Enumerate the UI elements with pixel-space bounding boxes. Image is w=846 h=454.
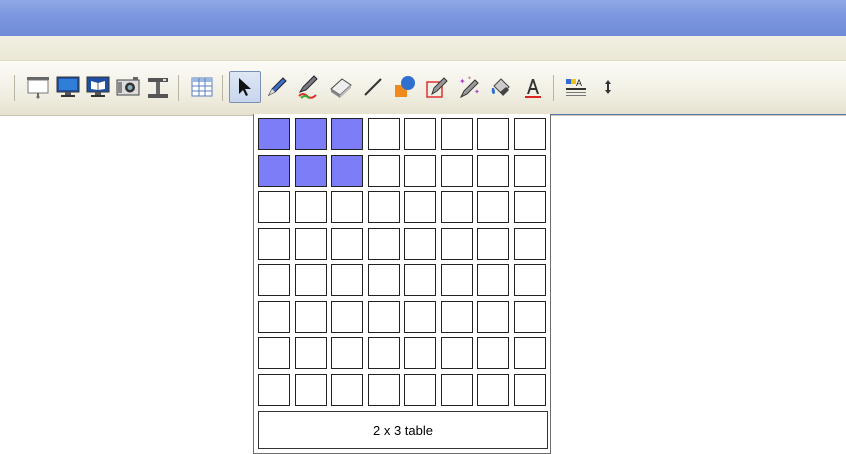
table-size-cell[interactable]	[368, 155, 400, 187]
document-camera-icon[interactable]	[142, 71, 174, 103]
table-size-cell[interactable]	[331, 337, 363, 369]
table-size-label: 2 x 3 table	[373, 422, 433, 438]
magic-pen-icon[interactable]: ✦ ✦ ✦	[453, 71, 485, 103]
toolbar-separator	[222, 75, 223, 101]
table-size-picker: 2 x 3 table	[253, 114, 551, 454]
table-size-cell[interactable]	[258, 118, 290, 150]
table-size-cell[interactable]	[441, 337, 473, 369]
table-size-cell[interactable]	[295, 155, 327, 187]
table-size-cell[interactable]	[514, 228, 546, 260]
table-size-cell[interactable]	[404, 191, 436, 223]
table-size-cell[interactable]	[514, 191, 546, 223]
table-size-cell[interactable]	[331, 374, 363, 406]
table-size-cell[interactable]	[514, 155, 546, 187]
table-size-cell[interactable]	[331, 228, 363, 260]
table-size-cell[interactable]	[477, 337, 509, 369]
toolbar-separator	[178, 75, 179, 101]
table-size-cell[interactable]	[368, 118, 400, 150]
creative-pen-icon[interactable]	[293, 71, 325, 103]
table-size-cell[interactable]	[295, 374, 327, 406]
table-size-cell[interactable]	[477, 191, 509, 223]
table-size-cell[interactable]	[477, 118, 509, 150]
table-size-cell[interactable]	[514, 118, 546, 150]
table-size-cell[interactable]	[404, 374, 436, 406]
svg-text:✦: ✦	[459, 77, 466, 86]
table-size-cell[interactable]	[477, 155, 509, 187]
table-size-cell[interactable]	[441, 155, 473, 187]
table-size-cell[interactable]	[404, 337, 436, 369]
table-size-cell[interactable]	[441, 228, 473, 260]
table-size-cell[interactable]	[258, 301, 290, 333]
shapes-icon[interactable]	[389, 71, 421, 103]
table-size-cell[interactable]	[331, 118, 363, 150]
properties-icon[interactable]: A	[560, 71, 592, 103]
table-size-cell[interactable]	[514, 337, 546, 369]
table-size-cell[interactable]	[258, 374, 290, 406]
table-size-cell[interactable]	[258, 228, 290, 260]
table-size-cell[interactable]	[404, 301, 436, 333]
eraser-icon[interactable]	[325, 71, 357, 103]
table-size-cell[interactable]	[477, 301, 509, 333]
table-size-cell[interactable]	[368, 264, 400, 296]
table-size-cell[interactable]	[258, 264, 290, 296]
table-size-cell[interactable]	[441, 264, 473, 296]
insert-table-icon[interactable]	[186, 71, 218, 103]
table-size-cell[interactable]	[295, 191, 327, 223]
select-arrow-icon[interactable]	[229, 71, 261, 103]
table-size-cell[interactable]	[441, 301, 473, 333]
table-size-cell[interactable]	[514, 264, 546, 296]
svg-text:A: A	[576, 78, 582, 88]
text-icon[interactable]	[517, 71, 549, 103]
table-size-cell[interactable]	[295, 301, 327, 333]
table-size-cell[interactable]	[477, 374, 509, 406]
table-size-cell[interactable]	[331, 155, 363, 187]
table-size-cell[interactable]	[331, 301, 363, 333]
title-bar	[0, 0, 846, 36]
table-size-label-box: 2 x 3 table	[258, 411, 548, 449]
table-size-cell[interactable]	[258, 337, 290, 369]
svg-text:✦: ✦	[467, 75, 472, 82]
table-size-cell[interactable]	[404, 118, 436, 150]
pen-icon[interactable]	[261, 71, 293, 103]
menu-bar	[0, 36, 846, 61]
table-size-cell[interactable]	[331, 191, 363, 223]
table-size-cell[interactable]	[295, 228, 327, 260]
table-size-cell[interactable]	[368, 191, 400, 223]
screen-projector-icon[interactable]	[22, 71, 54, 103]
table-size-cell[interactable]	[368, 374, 400, 406]
book-display-icon[interactable]	[82, 71, 114, 103]
table-size-cell[interactable]	[404, 264, 436, 296]
table-size-cell[interactable]	[331, 264, 363, 296]
table-size-cell[interactable]	[441, 374, 473, 406]
table-size-cell[interactable]	[441, 191, 473, 223]
table-size-cell[interactable]	[258, 191, 290, 223]
svg-text:✦: ✦	[474, 88, 480, 96]
table-size-cell[interactable]	[368, 228, 400, 260]
table-size-cell[interactable]	[514, 301, 546, 333]
table-size-cell[interactable]	[441, 118, 473, 150]
table-size-cell[interactable]	[295, 337, 327, 369]
table-size-cell[interactable]	[295, 118, 327, 150]
table-size-cell[interactable]	[514, 374, 546, 406]
table-size-cell[interactable]	[368, 337, 400, 369]
table-size-cell[interactable]	[258, 155, 290, 187]
line-icon[interactable]	[357, 71, 389, 103]
monitor-icon[interactable]	[52, 71, 84, 103]
table-size-cell[interactable]	[477, 228, 509, 260]
table-size-cell[interactable]	[295, 264, 327, 296]
move-toolbar-icon[interactable]	[592, 71, 624, 103]
table-size-cell[interactable]	[404, 228, 436, 260]
table-size-cell[interactable]	[477, 264, 509, 296]
toolbar: ✦ ✦ ✦ A	[0, 61, 846, 116]
shape-pen-icon[interactable]	[421, 71, 453, 103]
camera-icon[interactable]	[112, 71, 144, 103]
toolbar-separator	[14, 75, 15, 101]
fill-bucket-icon[interactable]	[485, 71, 517, 103]
table-size-cell[interactable]	[404, 155, 436, 187]
table-size-cell[interactable]	[368, 301, 400, 333]
toolbar-separator	[553, 75, 554, 101]
